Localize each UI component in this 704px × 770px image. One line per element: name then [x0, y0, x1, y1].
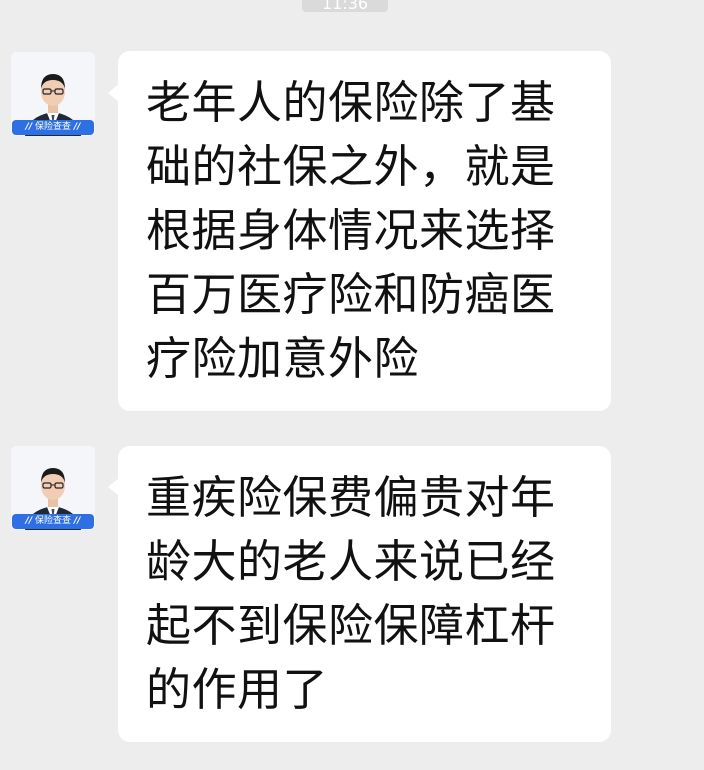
message-bubble[interactable]: 重疾险保费偏贵对年龄大的老人来说已经起不到保险保障杠杆的作用了: [118, 446, 611, 742]
message-bubble[interactable]: 老年人的保险除了基础的社保之外，就是根据身体情况来选择百万医疗险和防癌医疗险加意…: [118, 51, 611, 411]
quote-mark-icon: //: [73, 122, 81, 132]
avatar[interactable]: // 保险查查 //: [11, 52, 95, 136]
quote-mark-icon: //: [25, 122, 33, 132]
quote-mark-icon: //: [73, 516, 81, 526]
quote-mark-icon: //: [25, 516, 33, 526]
message-text: 老年人的保险除了基础的社保之外，就是根据身体情况来选择百万医疗险和防癌医疗险加意…: [146, 76, 556, 385]
timestamp-pill: 11:36: [302, 0, 388, 12]
badge-label: 保险查查: [34, 516, 71, 526]
avatar[interactable]: // 保险查查 //: [11, 446, 95, 530]
message-text: 重疾险保费偏贵对年龄大的老人来说已经起不到保险保障杠杆的作用了: [146, 471, 556, 716]
brand-badge: // 保险查查 //: [12, 120, 94, 135]
brand-badge: // 保险查查 //: [12, 514, 94, 529]
badge-label: 保险查查: [34, 122, 71, 132]
